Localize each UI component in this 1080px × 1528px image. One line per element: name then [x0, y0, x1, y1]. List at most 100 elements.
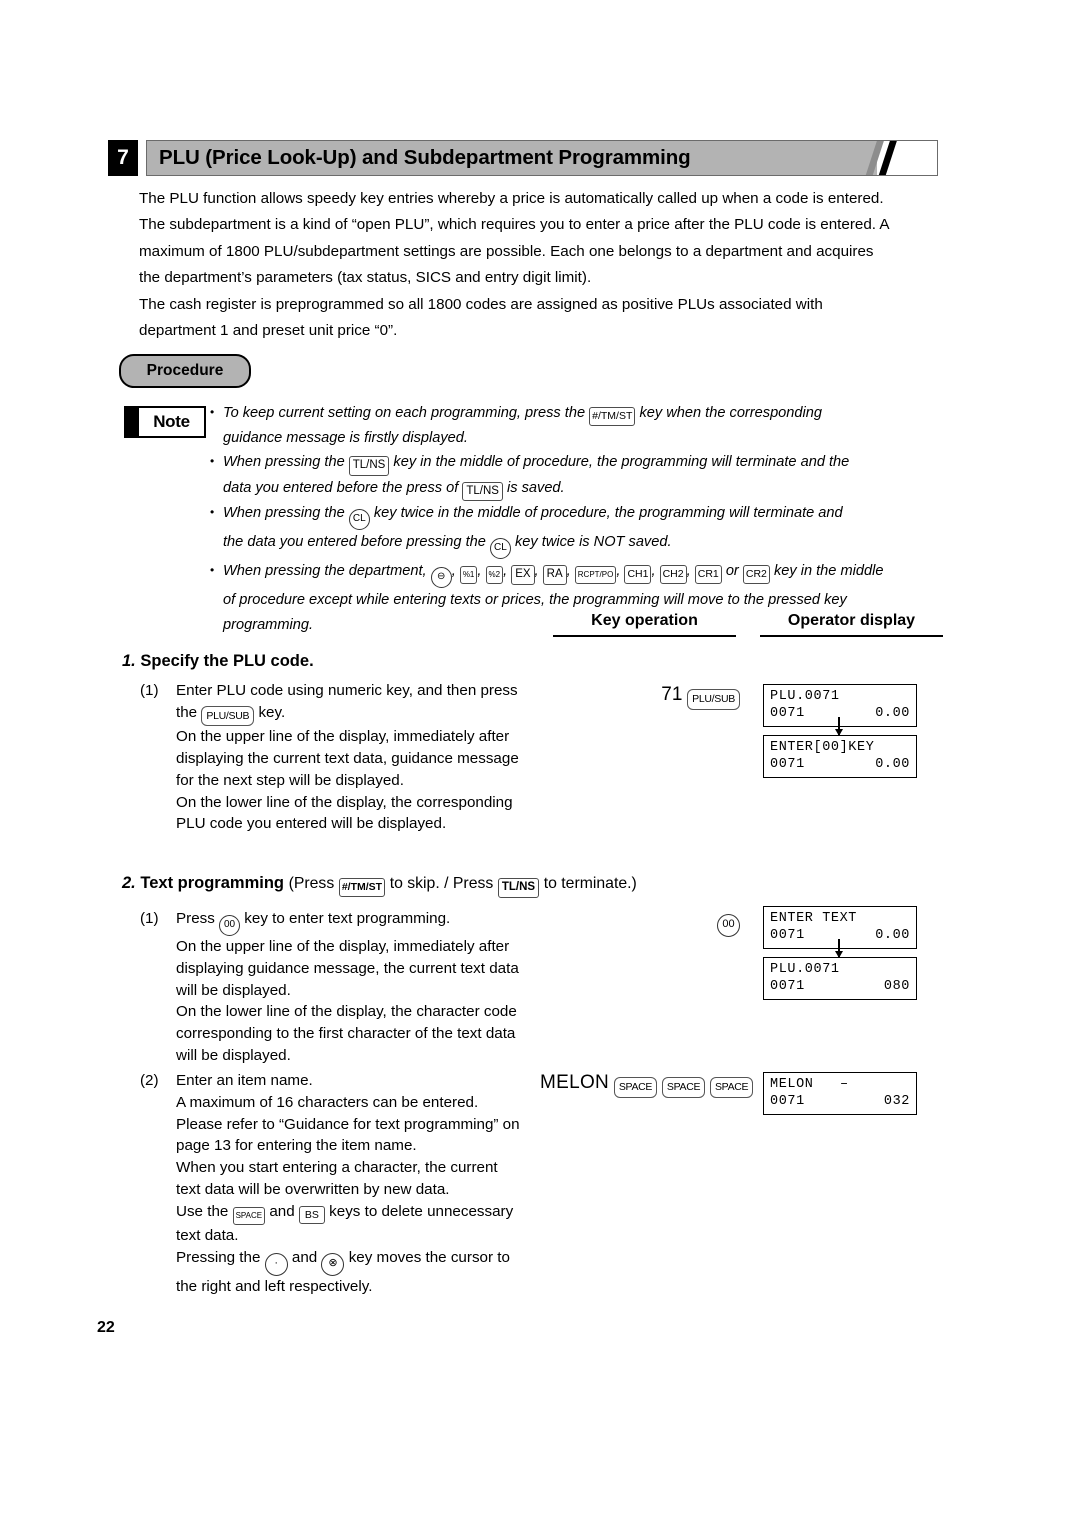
- display-3-lower-left: 0071: [770, 928, 805, 943]
- key-ex-icon: EX: [511, 565, 535, 585]
- key-tl-ns-icon-step2: TL/NS: [497, 878, 540, 898]
- key-space-icon-op-3: SPACE: [709, 1077, 754, 1098]
- note-2-text-b: key in the middle of procedure, the prog…: [393, 454, 850, 471]
- note-2-text-d: is saved.: [507, 479, 565, 496]
- step-2-marker-1: (1): [140, 910, 159, 927]
- operator-display-2: ENTER[00]KEY 0071 0.00: [763, 735, 917, 778]
- operator-display-1: PLU.0071 0071 0.00: [763, 684, 917, 727]
- step-2-1-line-1a: Press: [176, 910, 215, 927]
- key-cl-icon: CL: [348, 509, 370, 531]
- comma-4: ,: [534, 563, 539, 580]
- key-operation-step-2-2: MELON SPACE SPACE SPACE: [540, 1072, 754, 1098]
- operator-display-5: MELON – 0071 032: [763, 1072, 917, 1115]
- display-4-lower: 0071 080: [770, 978, 910, 995]
- step-1-line-2b: key.: [258, 703, 286, 721]
- display-2-lower-left: 0071: [770, 757, 805, 772]
- comma-8: ,: [686, 563, 691, 580]
- section-title-bar: PLU (Price Look-Up) and Subdepartment Pr…: [146, 140, 938, 176]
- comma-7: ,: [651, 563, 656, 580]
- step-1-line-4: displaying the current text data, guidan…: [176, 750, 519, 768]
- step-2-1-line-7: will be displayed.: [176, 1046, 291, 1064]
- step-2-2-line-8: text data.: [176, 1226, 239, 1244]
- note-badge: Note: [124, 406, 206, 438]
- note-1-text-a: To keep current setting on each programm…: [223, 405, 586, 421]
- intro-paragraph: The PLU function allows speedy key entri…: [139, 186, 939, 344]
- display-3-lower: 0071 0.00: [770, 927, 910, 944]
- key-plu-sub-icon-op: PLU/SUB: [687, 689, 740, 710]
- note-3-text-c: the data you entered before pressing the: [223, 534, 486, 551]
- step-2-item-2: (2) Enter an item name. A maximum of 16 …: [140, 1070, 570, 1297]
- intro-line-3: maximum of 1800 PLU/subdepartment settin…: [139, 242, 874, 260]
- note-list: To keep current setting on each programm…: [210, 400, 950, 637]
- step-2-1-line-2: On the upper line of the display, immedi…: [176, 938, 510, 955]
- note-2-text-a: When pressing the: [223, 454, 345, 471]
- step-2-2-line-2: A maximum of 16 characters can be entere…: [176, 1093, 479, 1111]
- step-2-title: 2. Text programming (Press #/TM/ST to sk…: [122, 874, 637, 898]
- note-2-text-c: data you entered before the press of: [223, 479, 459, 496]
- step-2-item-1: (1) Press 00 key to enter text programmi…: [140, 908, 570, 1067]
- display-5-upper-left: MELON: [770, 1077, 814, 1092]
- key-cr2-icon: CR2: [742, 565, 770, 584]
- note-item-3: When pressing the CL key twice in the mi…: [210, 500, 950, 560]
- note-1-text-c: guidance message is firstly displayed.: [223, 429, 468, 446]
- step-1-line-1: Enter PLU code using numeric key, and th…: [176, 682, 518, 699]
- display-4-lower-left: 0071: [770, 979, 805, 994]
- key-ra-icon: RA: [542, 565, 567, 585]
- key-plu-sub-icon: PLU/SUB: [201, 705, 255, 727]
- key-space-icon: SPACE: [232, 1206, 266, 1225]
- step-2-1-line-3: displaying guidance message, the current…: [176, 959, 519, 977]
- key-cr1-icon: CR1: [694, 565, 722, 584]
- display-5-lower-right: 032: [883, 1094, 910, 1109]
- step-1-line-3: On the upper line of the display, immedi…: [176, 728, 510, 746]
- key-minus-icon: ⊖: [430, 567, 452, 589]
- note-1-text-b: key when the corresponding: [639, 405, 823, 421]
- flow-arrow-1-icon: [835, 717, 843, 736]
- step-1-line-6: On the lower line of the display, the co…: [176, 793, 513, 811]
- display-2-lower: 0071 0.00: [770, 756, 910, 773]
- note-3-text-b: key twice in the middle of procedure, th…: [373, 505, 843, 522]
- key-operation-1-number: 71: [661, 684, 683, 705]
- step-2-2-line-5: When you start entering a character, the…: [176, 1159, 498, 1177]
- step-1-number: 1.: [122, 652, 136, 670]
- note-item-1: To keep current setting on each programm…: [210, 400, 950, 450]
- section-title: PLU (Price Look-Up) and Subdepartment Pr…: [159, 146, 691, 169]
- step-2-body-part-2: (2) Enter an item name. A maximum of 16 …: [140, 1070, 570, 1297]
- step-1-marker: (1): [140, 682, 159, 699]
- key-space-icon-op-2: SPACE: [661, 1077, 706, 1098]
- manual-page: 7 PLU (Price Look-Up) and Subdepartment …: [0, 0, 1080, 1528]
- key-operation-step-1: 71 PLU/SUB: [600, 684, 740, 710]
- step-2-marker-2: (2): [140, 1072, 159, 1089]
- step-1-body: (1) Enter PLU code using numeric key, an…: [140, 680, 570, 835]
- key-multiply-icon: ⊗: [321, 1252, 345, 1276]
- intro-line-2: The subdepartment is a kind of “open PLU…: [139, 216, 890, 234]
- step-2-1-line-5: On the lower line of the display, the ch…: [176, 1003, 517, 1021]
- note-4-text-b: key in the middle: [773, 563, 884, 580]
- comma-5: ,: [566, 563, 571, 580]
- display-5-upper: MELON –: [770, 1076, 910, 1093]
- key-percent2-icon: %2: [485, 566, 504, 585]
- step-2-paren-a: (Press: [288, 875, 335, 892]
- step-2-2-line-9c: key moves the cursor to: [348, 1248, 510, 1266]
- key-percent1-icon: %1: [459, 566, 478, 585]
- key-double-zero-icon: 00: [219, 915, 241, 936]
- key-operation-melon-text: MELON: [540, 1072, 610, 1093]
- flow-arrow-2-icon: [835, 939, 843, 958]
- key-hash-tm-st-icon: #/TM/ST: [589, 407, 636, 426]
- step-1-title: 1. Specify the PLU code.: [122, 652, 314, 671]
- comma-3: ,: [503, 563, 508, 580]
- key-double-zero-icon-op: 00: [717, 914, 740, 937]
- step-2-paren-b: to skip. / Press: [389, 875, 494, 892]
- page-number: 22: [97, 1319, 115, 1336]
- step-2-2-line-1: Enter an item name.: [176, 1072, 313, 1089]
- section-header: 7 PLU (Price Look-Up) and Subdepartment …: [108, 140, 938, 176]
- step-2-2-line-7a: Use the: [176, 1202, 229, 1220]
- step-2-2-line-4: page 13 for entering the item name.: [176, 1137, 417, 1155]
- display-2-upper: ENTER[00]KEY: [770, 740, 875, 755]
- display-1-lower-left: 0071: [770, 706, 805, 721]
- section-number: 7: [108, 140, 138, 176]
- comma-6: ,: [616, 563, 621, 580]
- display-3-lower-right: 0.00: [875, 928, 910, 943]
- step-2-heading: Text programming: [140, 874, 284, 892]
- step-2-number: 2.: [122, 874, 136, 892]
- intro-line-1: The PLU function allows speedy key entri…: [139, 190, 884, 207]
